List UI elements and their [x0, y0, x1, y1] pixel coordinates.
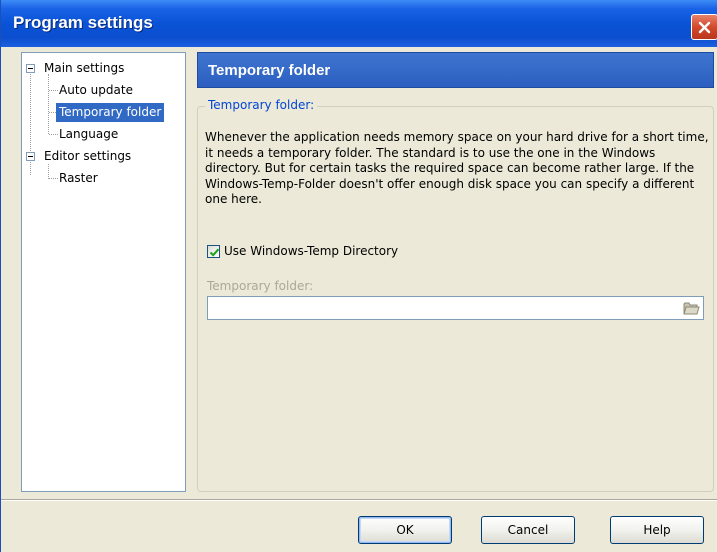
tree-item-label: Main settings: [44, 61, 125, 75]
program-settings-window: Program settings Main settings Auto upda…: [0, 0, 717, 552]
checkmark-icon: [209, 248, 220, 257]
tree-connector: [48, 164, 49, 179]
use-windows-temp-checkbox[interactable]: [207, 245, 220, 258]
help-button[interactable]: Help: [610, 516, 704, 544]
tree-item-label: Language: [59, 127, 119, 141]
cancel-button[interactable]: Cancel: [481, 516, 575, 544]
tree-item-editor-settings[interactable]: Editor settings: [26, 147, 176, 166]
button-separator: [1, 499, 717, 501]
temporary-folder-field[interactable]: [207, 296, 704, 320]
collapse-icon[interactable]: [26, 64, 35, 73]
close-icon: [698, 21, 711, 34]
window-title: Program settings: [13, 13, 153, 32]
panel-title: Temporary folder: [208, 62, 331, 79]
tree-item-label: Raster: [59, 171, 98, 185]
description-text: Whenever the application needs memory sp…: [205, 130, 709, 206]
close-button[interactable]: [691, 14, 717, 40]
title-bar[interactable]: Program settings: [1, 0, 717, 47]
temporary-folder-field-label: Temporary folder:: [207, 279, 314, 293]
tree-item-label: Editor settings: [44, 149, 132, 163]
settings-tree: Main settings Auto update Temporary fold…: [21, 52, 186, 492]
group-label: Temporary folder:: [205, 98, 318, 112]
tree-item-label: Temporary folder: [56, 103, 165, 122]
checkbox-label: Use Windows-Temp Directory: [224, 244, 399, 258]
dialog-client-area: Main settings Auto update Temporary fold…: [1, 47, 717, 552]
ok-button[interactable]: OK: [358, 516, 452, 544]
settings-panel: Temporary folder Temporary folder: Whene…: [197, 52, 714, 492]
browse-folder-button[interactable]: [683, 300, 700, 316]
collapse-icon[interactable]: [26, 152, 35, 161]
tree-connector: [48, 74, 49, 134]
folder-icon: [683, 302, 700, 315]
tree-item-main-settings[interactable]: Main settings: [26, 59, 176, 78]
panel-header: Temporary folder: [197, 52, 714, 88]
tree-item-label: Auto update: [59, 83, 133, 97]
